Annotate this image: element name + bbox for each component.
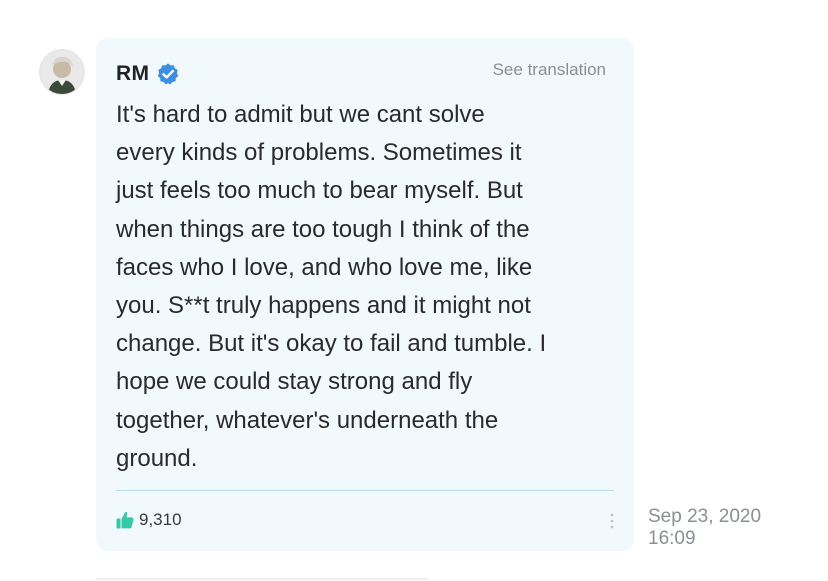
message-timestamp: Sep 23, 2020 16:09 xyxy=(648,506,761,550)
see-translation-link[interactable]: See translation xyxy=(493,60,606,80)
timestamp-date: Sep 23, 2020 xyxy=(648,506,762,527)
next-message-edge xyxy=(96,578,428,580)
message-bubble: RM See translation It's hard to admit bu… xyxy=(96,38,634,551)
author-header: RM xyxy=(116,60,180,88)
more-vertical-icon[interactable] xyxy=(609,512,615,530)
avatar[interactable] xyxy=(40,50,84,94)
divider xyxy=(116,490,614,491)
avatar-image xyxy=(40,50,84,94)
timestamp-time: 16:09 xyxy=(648,528,696,549)
like-button[interactable]: 9,310 xyxy=(116,508,182,532)
thumbs-up-icon xyxy=(116,511,134,529)
verified-badge-icon xyxy=(156,62,180,86)
message-page: RM See translation It's hard to admit bu… xyxy=(0,0,828,581)
message-text: It's hard to admit but we cant solve eve… xyxy=(116,101,547,472)
author-name[interactable]: RM xyxy=(116,62,149,86)
like-count: 9,310 xyxy=(139,510,182,529)
